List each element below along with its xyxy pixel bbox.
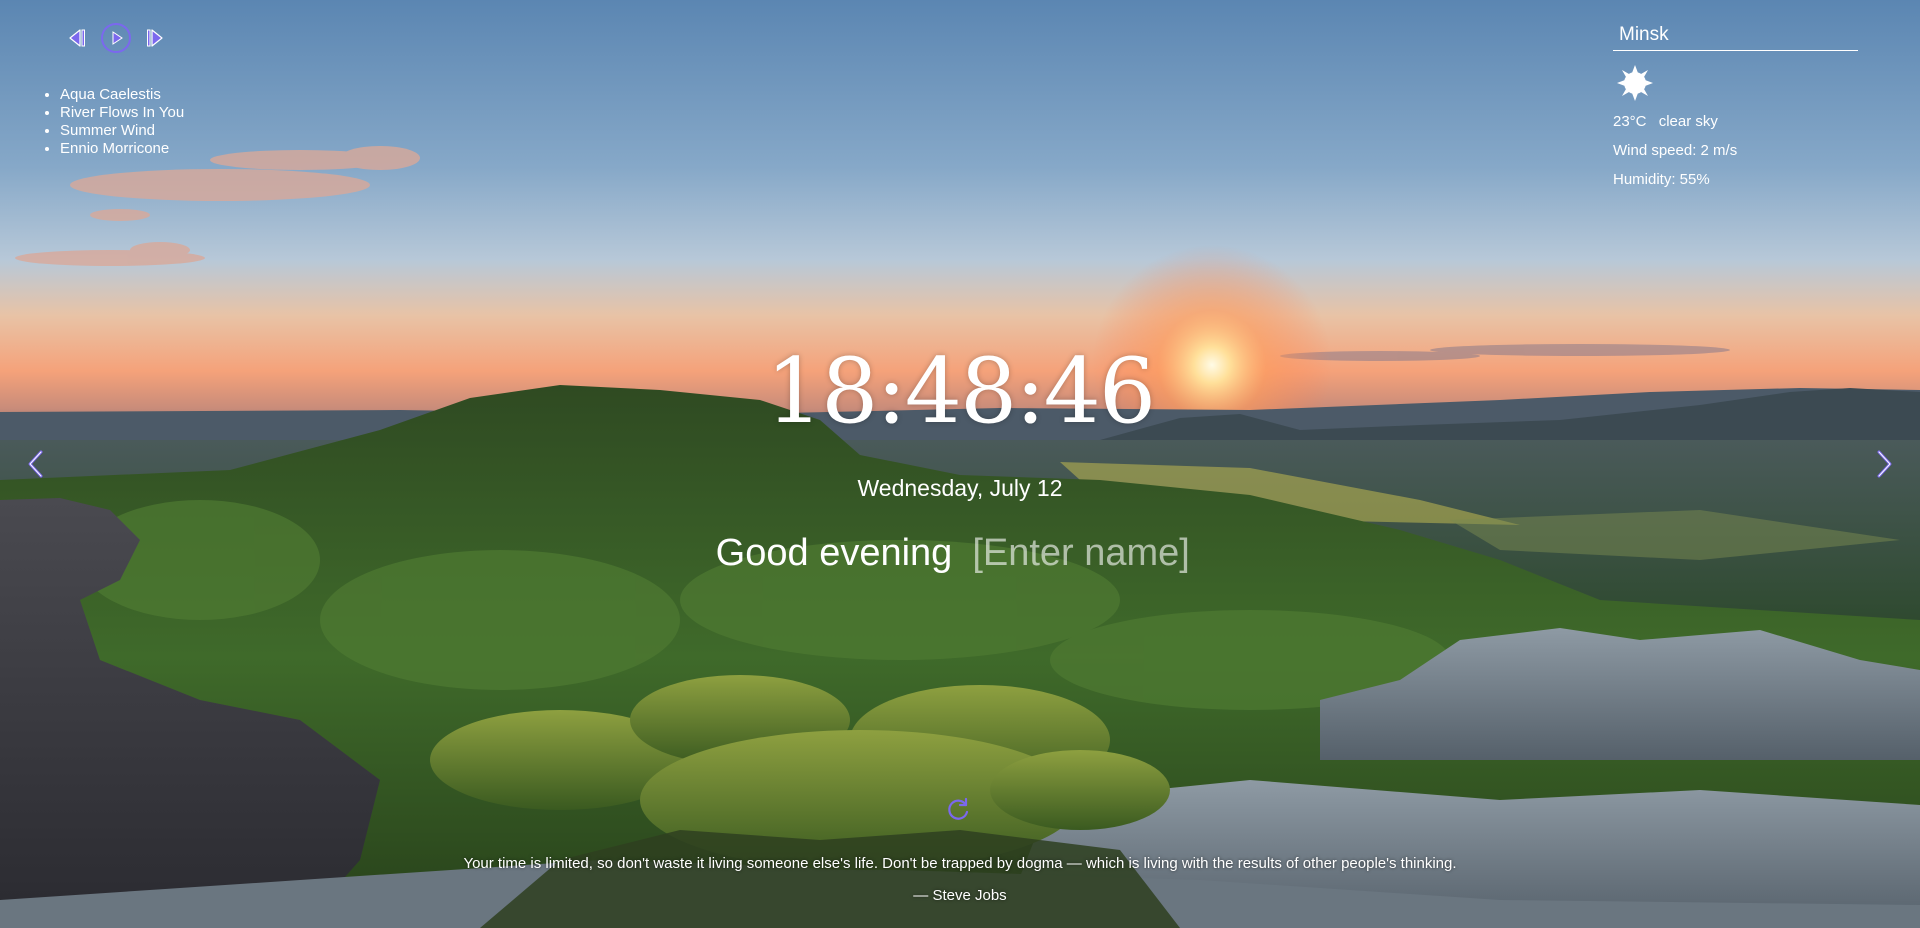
clock-time: 18:48:46 bbox=[765, 339, 1156, 444]
humidity: Humidity: 55% bbox=[1613, 171, 1710, 188]
play-button[interactable] bbox=[100, 22, 132, 54]
playlist: Aqua Caelestis River Flows In You Summer… bbox=[42, 86, 184, 158]
playlist-item[interactable]: Summer Wind bbox=[60, 122, 184, 140]
wind-speed: Wind speed: 2 m/s bbox=[1613, 142, 1738, 159]
temperature: 23°C bbox=[1613, 113, 1647, 130]
clock-date: Wednesday, July 12 bbox=[857, 475, 1063, 501]
weather-description: clear sky bbox=[1658, 113, 1718, 130]
refresh-quote-button[interactable] bbox=[944, 796, 972, 824]
greeting-text: Good evening bbox=[715, 532, 953, 574]
play-prev-icon bbox=[69, 29, 85, 47]
greeting: Good evening bbox=[0, 530, 1920, 576]
city-input[interactable] bbox=[1613, 22, 1858, 51]
quote-text: Your time is limited, so don't waste it … bbox=[463, 855, 1457, 872]
audio-player bbox=[60, 22, 172, 54]
weather-widget: 23°C clear sky Wind speed: 2 m/s Humidit… bbox=[1613, 22, 1858, 189]
play-icon bbox=[101, 23, 131, 53]
play-prev-button[interactable] bbox=[60, 22, 92, 54]
play-next-button[interactable] bbox=[140, 22, 172, 54]
playlist-item[interactable]: River Flows In You bbox=[60, 104, 184, 122]
sun-icon bbox=[1615, 63, 1655, 103]
weather-temperature-line: 23°C clear sky bbox=[1613, 113, 1858, 131]
play-next-icon bbox=[147, 29, 163, 47]
playlist-item[interactable]: Aqua Caelestis bbox=[60, 86, 184, 104]
playlist-item[interactable]: Ennio Morricone bbox=[60, 140, 184, 158]
refresh-icon bbox=[948, 797, 969, 820]
quote-author: — Steve Jobs bbox=[913, 887, 1007, 904]
name-input[interactable] bbox=[972, 531, 1205, 575]
